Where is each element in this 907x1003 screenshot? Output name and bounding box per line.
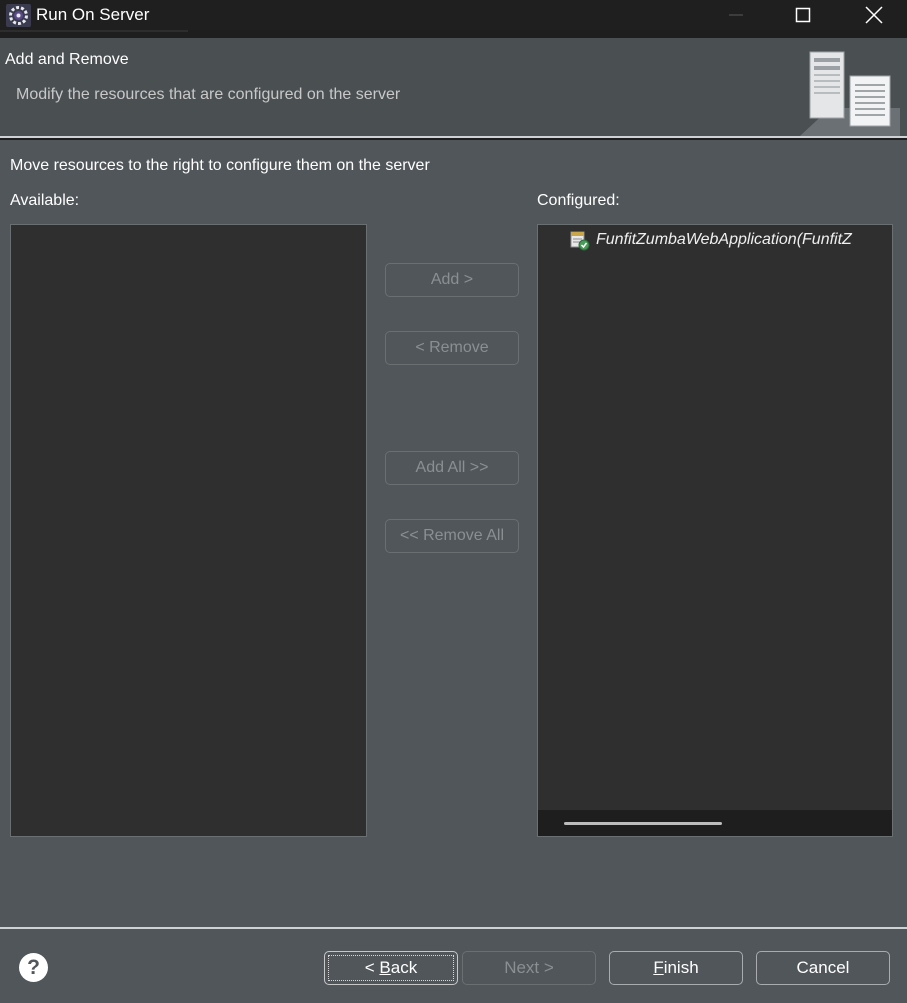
server-documents-icon (800, 51, 900, 136)
next-button[interactable]: Next > (462, 951, 596, 985)
remove-button[interactable]: < Remove (385, 331, 519, 365)
list-item[interactable]: FunfitZumbaWebApplication(FunfitZ (568, 229, 852, 251)
eclipse-gear-icon (6, 4, 31, 27)
title-bar: Run On Server (0, 0, 907, 32)
wizard-footer: ? < Back Next > Finish Cancel (0, 927, 907, 1003)
web-module-icon (570, 231, 590, 251)
instruction-text: Move resources to the right to configure… (10, 157, 430, 174)
page-title: Add and Remove (5, 51, 129, 68)
configured-list[interactable]: FunfitZumbaWebApplication(FunfitZ (537, 224, 893, 837)
minimize-button[interactable] (713, 0, 759, 30)
minimize-icon (729, 14, 743, 16)
finish-rest: inish (663, 958, 699, 977)
finish-label: Finish (653, 958, 698, 978)
remove-all-button[interactable]: << Remove All (385, 519, 519, 553)
title-underline (0, 30, 188, 32)
finish-button[interactable]: Finish (609, 951, 743, 985)
back-button[interactable]: < Back (324, 951, 458, 985)
horizontal-scrollbar[interactable] (538, 810, 892, 836)
page-description: Modify the resources that are configured… (16, 86, 401, 103)
cancel-button[interactable]: Cancel (756, 951, 890, 985)
available-list[interactable] (10, 224, 367, 837)
wizard-body: Move resources to the right to configure… (0, 140, 907, 927)
add-button[interactable]: Add > (385, 263, 519, 297)
configured-item-label: FunfitZumbaWebApplication(FunfitZ (596, 231, 852, 248)
available-label: Available: (10, 192, 80, 209)
window-title: Run On Server (36, 5, 150, 24)
close-icon (865, 6, 883, 24)
maximize-icon (795, 7, 811, 23)
wizard-header: Add and Remove Modify the resources that… (0, 38, 907, 138)
finish-mnemonic: F (653, 958, 664, 977)
close-button[interactable] (851, 0, 897, 30)
focus-ring (328, 955, 454, 981)
help-icon[interactable]: ? (19, 953, 48, 982)
add-all-button[interactable]: Add All >> (385, 451, 519, 485)
configured-label: Configured: (537, 192, 620, 209)
scrollbar-thumb[interactable] (564, 822, 722, 825)
maximize-button[interactable] (780, 0, 826, 30)
